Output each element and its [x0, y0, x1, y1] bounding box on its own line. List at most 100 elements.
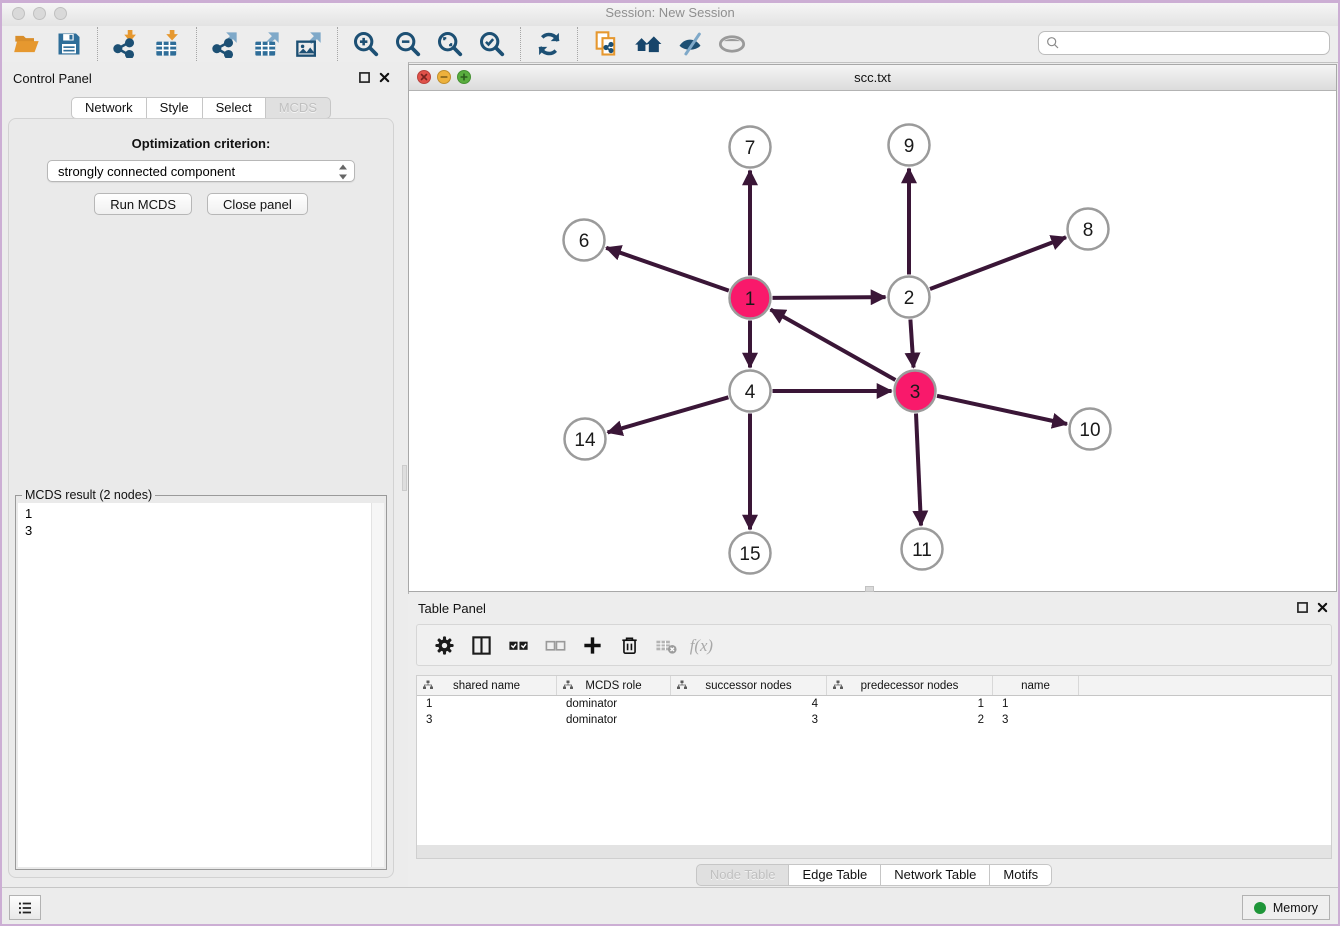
node-15[interactable]: 15	[730, 533, 771, 574]
home-button[interactable]	[627, 28, 669, 60]
import-network-button[interactable]	[105, 28, 147, 60]
horizontal-splitter-grip[interactable]	[865, 586, 874, 592]
tab-network[interactable]: Network	[71, 97, 147, 119]
column-label: MCDS role	[585, 680, 641, 692]
cell-name[interactable]: 1	[993, 698, 1079, 710]
result-scrollbar[interactable]	[371, 503, 384, 867]
zoom-out-button[interactable]	[387, 28, 429, 60]
column-header-predecessor-nodes[interactable]: predecessor nodes	[827, 676, 993, 695]
export-network-button[interactable]	[204, 28, 246, 60]
tab-select[interactable]: Select	[203, 97, 266, 119]
export-table-button[interactable]	[246, 28, 288, 60]
export-image-button[interactable]	[288, 28, 330, 60]
duplicate-network-icon	[592, 30, 620, 58]
node-4[interactable]: 4	[730, 371, 771, 412]
select-all-button[interactable]	[503, 630, 533, 660]
column-header-MCDS-role[interactable]: MCDS role	[557, 676, 671, 695]
refresh-button[interactable]	[528, 28, 570, 60]
float-panel-icon[interactable]	[359, 72, 370, 83]
hide-details-button[interactable]	[669, 28, 711, 60]
show-details-button[interactable]	[711, 28, 753, 60]
network-view-window: scc.txt 7 9 6 8 1 2 4 3 14 10 15 11	[408, 64, 1337, 592]
cell-successor-nodes[interactable]: 3	[671, 714, 827, 726]
zoom-in-button[interactable]	[345, 28, 387, 60]
column-header-shared-name[interactable]: shared name	[417, 676, 557, 695]
cell-MCDS-role[interactable]: dominator	[557, 698, 671, 710]
node-1[interactable]: 1	[730, 278, 771, 319]
tab-style[interactable]: Style	[147, 97, 203, 119]
table-tab-network-table[interactable]: Network Table	[881, 864, 990, 886]
edge-3-1[interactable]	[771, 310, 896, 381]
zoom-fit-button[interactable]	[429, 28, 471, 60]
close-panel-icon[interactable]	[379, 72, 390, 83]
delete-column-button[interactable]	[614, 630, 644, 660]
float-table-panel-icon[interactable]	[1297, 602, 1308, 613]
node-7[interactable]: 7	[730, 127, 771, 168]
splitter-grip[interactable]	[402, 465, 407, 491]
task-history-button[interactable]	[9, 895, 41, 920]
minimize-window-button[interactable]	[33, 7, 46, 20]
column-header-successor-nodes[interactable]: successor nodes	[671, 676, 827, 695]
mcds-panel: Optimization criterion: strongly connect…	[8, 118, 394, 878]
network-close-icon[interactable]	[417, 70, 431, 84]
tab-mcds[interactable]: MCDS	[266, 97, 331, 119]
node-14[interactable]: 14	[565, 419, 606, 460]
edge-2-8[interactable]	[930, 237, 1066, 289]
table-scroll-strip[interactable]	[416, 845, 1332, 859]
zoom-selected-button[interactable]	[471, 28, 513, 60]
node-9[interactable]: 9	[889, 125, 930, 166]
close-window-button[interactable]	[12, 7, 25, 20]
node-6[interactable]: 6	[564, 220, 605, 261]
criterion-dropdown[interactable]: strongly connected component	[47, 160, 355, 182]
deselect-all-button[interactable]	[540, 630, 570, 660]
split-panel-button[interactable]	[466, 630, 496, 660]
run-mcds-button[interactable]: Run MCDS	[94, 193, 192, 215]
table-row[interactable]: 3dominator323	[417, 712, 1331, 728]
window-controls	[12, 7, 67, 20]
table-tab-node-table[interactable]: Node Table	[696, 864, 790, 886]
node-10[interactable]: 10	[1070, 409, 1111, 450]
criterion-dropdown-value: strongly connected component	[58, 164, 235, 179]
network-maximize-icon[interactable]	[457, 70, 471, 84]
search-input[interactable]	[1065, 35, 1329, 52]
table-tab-edge-table[interactable]: Edge Table	[789, 864, 881, 886]
column-header-name[interactable]: name	[993, 676, 1079, 695]
edge-2-3[interactable]	[910, 320, 913, 368]
cell-predecessor-nodes[interactable]: 1	[827, 698, 993, 710]
edge-3-10[interactable]	[937, 396, 1067, 424]
table-row[interactable]: 1dominator411	[417, 696, 1331, 712]
node-2[interactable]: 2	[889, 277, 930, 318]
node-3[interactable]: 3	[895, 371, 936, 412]
mcds-result-text[interactable]: 13	[18, 503, 384, 867]
cell-name[interactable]: 3	[993, 714, 1079, 726]
toolbar-separator	[520, 27, 521, 61]
edge-1-6[interactable]	[606, 248, 729, 291]
add-column-button[interactable]	[577, 630, 607, 660]
close-table-panel-icon[interactable]	[1317, 602, 1328, 613]
open-session-button[interactable]	[6, 28, 48, 60]
search-field[interactable]	[1038, 31, 1330, 55]
edge-1-2[interactable]	[773, 297, 886, 298]
cell-MCDS-role[interactable]: dominator	[557, 714, 671, 726]
node-8[interactable]: 8	[1068, 209, 1109, 250]
settings-button[interactable]	[429, 630, 459, 660]
node-11[interactable]: 11	[902, 529, 943, 570]
network-window-titlebar[interactable]: scc.txt	[409, 65, 1336, 91]
split-panel-icon	[470, 634, 493, 657]
close-panel-button[interactable]: Close panel	[207, 193, 308, 215]
edge-4-14[interactable]	[608, 397, 729, 432]
cell-successor-nodes[interactable]: 4	[671, 698, 827, 710]
import-table-button[interactable]	[147, 28, 189, 60]
duplicate-network-button[interactable]	[585, 28, 627, 60]
zoom-window-button[interactable]	[54, 7, 67, 20]
network-canvas[interactable]: 7 9 6 8 1 2 4 3 14 10 15 11	[409, 91, 1336, 591]
cell-shared-name[interactable]: 1	[417, 698, 557, 710]
network-minimize-icon[interactable]	[437, 70, 451, 84]
edge-3-11[interactable]	[916, 414, 921, 526]
table-tab-motifs[interactable]: Motifs	[990, 864, 1052, 886]
cell-shared-name[interactable]: 3	[417, 714, 557, 726]
cell-predecessor-nodes[interactable]: 2	[827, 714, 993, 726]
list-icon	[16, 899, 34, 917]
save-session-button[interactable]	[48, 28, 90, 60]
memory-button[interactable]: Memory	[1242, 895, 1330, 920]
